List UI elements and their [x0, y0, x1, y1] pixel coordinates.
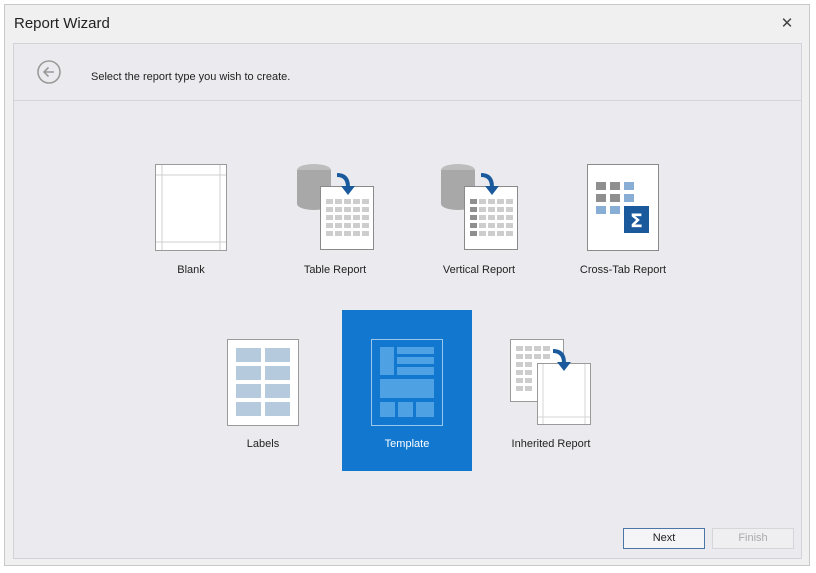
- back-arrow-icon[interactable]: [37, 60, 61, 84]
- wizard-header: Select the report type you wish to creat…: [14, 44, 801, 101]
- labels-icon: [227, 339, 299, 426]
- svg-text:Σ: Σ: [630, 210, 643, 232]
- title-bar: Report Wizard ✕: [5, 5, 809, 43]
- finish-button: Finish: [712, 528, 794, 549]
- vertical-report-icon: [441, 164, 518, 250]
- tile-label: Cross-Tab Report: [579, 264, 667, 276]
- report-type-labels[interactable]: Labels: [198, 310, 328, 471]
- tile-label: Table Report: [303, 264, 367, 276]
- report-type-inherited-report[interactable]: Inherited Report: [486, 310, 616, 471]
- report-type-table-report[interactable]: Table Report: [270, 136, 400, 297]
- table-report-icon: [297, 164, 374, 250]
- blank-page-icon: [155, 164, 227, 251]
- report-type-vertical-report[interactable]: Vertical Report: [414, 136, 544, 297]
- close-icon[interactable]: ✕: [777, 14, 797, 34]
- inherited-report-icon: [510, 339, 591, 425]
- tile-label: Inherited Report: [511, 438, 591, 450]
- report-type-cross-tab-report[interactable]: Σ Cross-Tab Report: [558, 136, 688, 297]
- tile-label: Vertical Report: [442, 264, 516, 276]
- report-type-template[interactable]: Template: [342, 310, 472, 471]
- next-button[interactable]: Next: [623, 528, 705, 549]
- tile-label: Template: [384, 438, 430, 450]
- instruction-text: Select the report type you wish to creat…: [91, 71, 291, 83]
- wizard-content: Select the report type you wish to creat…: [13, 43, 802, 559]
- report-wizard-window: Report Wizard ✕ Select the report type y…: [4, 4, 810, 566]
- tile-label: Labels: [246, 438, 280, 450]
- window-title: Report Wizard: [14, 15, 110, 32]
- report-type-blank[interactable]: Blank: [126, 136, 256, 297]
- template-icon: [371, 339, 443, 426]
- cross-tab-report-icon: Σ: [587, 164, 659, 251]
- tile-label: Blank: [177, 264, 205, 276]
